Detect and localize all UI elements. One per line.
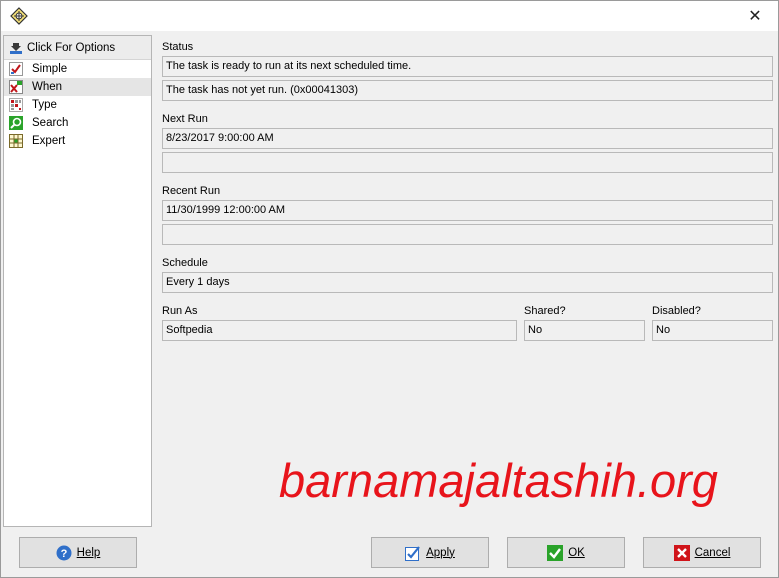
next-run-label: Next Run [162, 113, 208, 125]
task-properties-window: ✕ Click For Options Simple When Type Sea… [0, 0, 779, 578]
checklist-icon [9, 62, 23, 76]
apply-button-label: Apply [426, 546, 455, 559]
sidebar-item-label: When [32, 81, 63, 93]
ok-button-label: OK [568, 546, 585, 559]
cancel-button-label: Cancel [694, 546, 731, 559]
apply-check-icon [405, 545, 421, 561]
sidebar-item-label: Simple [32, 63, 68, 75]
cancel-button[interactable]: Cancel [643, 537, 761, 568]
table-icon [9, 134, 23, 148]
run-as-field: Softpedia [162, 320, 517, 341]
sidebar-header-label: Click For Options [27, 41, 116, 54]
sidebar-item-label: Type [32, 99, 57, 111]
status-line-1: The task is ready to run at its next sch… [162, 56, 773, 77]
sidebar-header[interactable]: Click For Options [4, 36, 151, 60]
run-as-label: Run As [162, 305, 198, 317]
sidebar-item-expert[interactable]: Expert [4, 132, 151, 150]
recent-run-field-2 [162, 224, 773, 245]
help-icon: ? [56, 545, 72, 561]
download-arrow-icon [9, 41, 23, 55]
help-button-label: Help [76, 546, 101, 559]
cancel-x-icon [673, 544, 690, 561]
close-icon: ✕ [748, 8, 762, 25]
recent-run-field: 11/30/1999 12:00:00 AM [162, 200, 773, 221]
disabled-label: Disabled? [652, 305, 701, 317]
sidebar-item-search[interactable]: Search [4, 114, 151, 132]
sidebar-item-when[interactable]: When [4, 78, 151, 96]
title-bar: ✕ [1, 1, 778, 31]
disabled-field: No [652, 320, 773, 341]
sidebar-item-label: Search [32, 117, 69, 129]
watermark-text: barnamajaltashih.org [279, 454, 718, 507]
grid-dots-icon [9, 98, 23, 112]
calendar-x-icon [9, 80, 23, 94]
close-button[interactable]: ✕ [732, 1, 778, 31]
app-icon [10, 7, 28, 25]
apply-button[interactable]: Apply [371, 537, 489, 568]
schedule-field: Every 1 days [162, 272, 773, 293]
next-run-field: 8/23/2017 9:00:00 AM [162, 128, 773, 149]
sidebar-item-label: Expert [32, 135, 66, 147]
ok-button[interactable]: OK [507, 537, 625, 568]
shared-label: Shared? [524, 305, 566, 317]
ok-check-icon [547, 544, 564, 561]
schedule-label: Schedule [162, 257, 208, 269]
help-button[interactable]: ? Help [19, 537, 137, 568]
next-run-field-2 [162, 152, 773, 173]
magnifier-icon [9, 116, 23, 130]
status-label: Status [162, 41, 194, 53]
sidebar-item-simple[interactable]: Simple [4, 60, 151, 78]
svg-text:?: ? [60, 548, 67, 560]
status-line-2: The task has not yet run. (0x00041303) [162, 80, 773, 101]
recent-run-label: Recent Run [162, 185, 221, 197]
shared-field: No [524, 320, 645, 341]
sidebar-item-type[interactable]: Type [4, 96, 151, 114]
options-sidebar: Click For Options Simple When Type Searc… [3, 35, 152, 527]
